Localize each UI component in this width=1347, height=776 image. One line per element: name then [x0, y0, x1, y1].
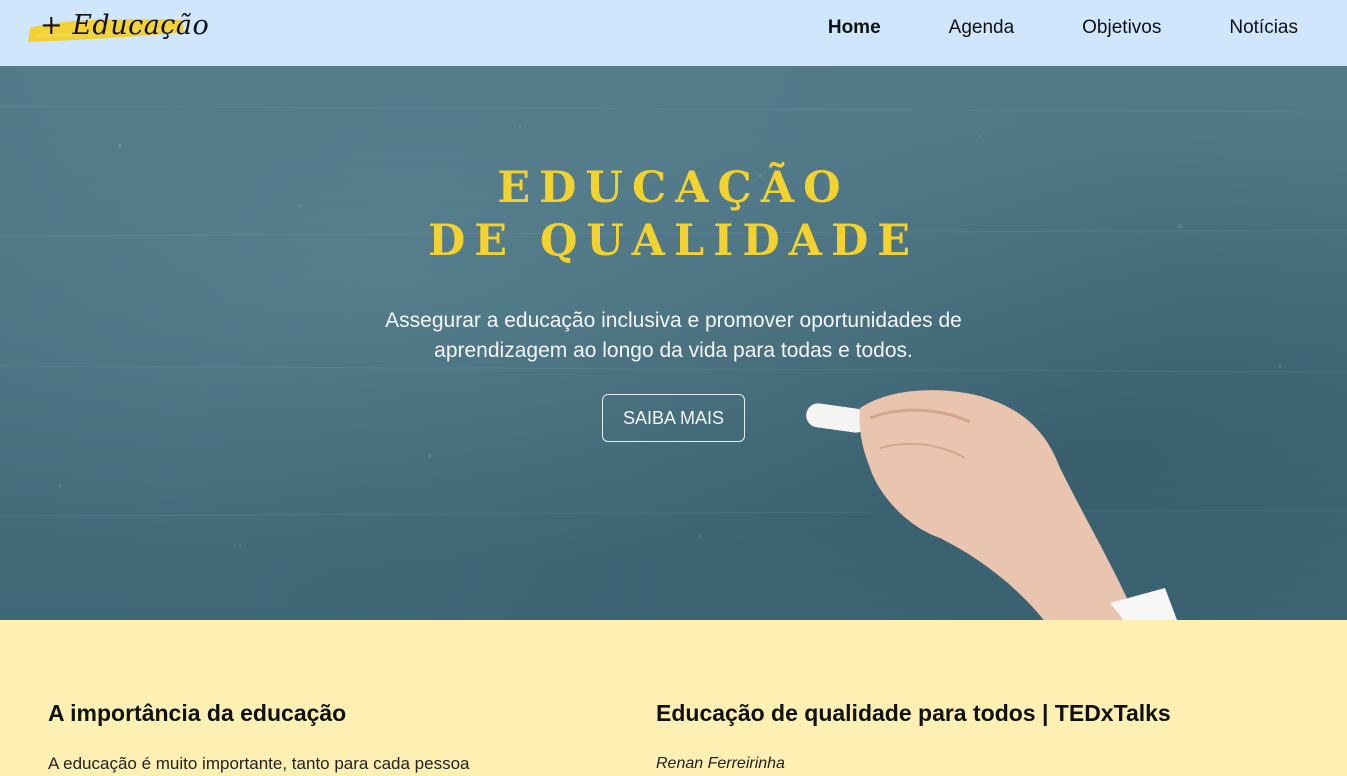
nav-home[interactable]: Home: [828, 15, 881, 41]
importance-text: A educação é muito importante, tanto par…: [48, 754, 470, 773]
nav-agenda[interactable]: Agenda: [949, 15, 1015, 41]
hero-title: EDUCAÇÃO DE QUALIDADE: [0, 162, 1347, 268]
importance-heading: A importância da educação: [48, 700, 347, 726]
nav-noticias[interactable]: Notícias: [1229, 15, 1298, 41]
tedx-heading: Educação de qualidade para todos | TEDxT…: [656, 700, 1171, 726]
tedx-author: Renan Ferreirinha: [656, 755, 785, 772]
hero-subtitle: Assegurar a educação inclusiva e promove…: [0, 306, 1347, 366]
hero-banner: EDUCAÇÃO DE QUALIDADE Assegurar a educaç…: [0, 66, 1347, 620]
main-nav: Home Agenda Objetivos Notícias: [828, 15, 1298, 41]
nav-objetivos[interactable]: Objetivos: [1082, 15, 1161, 41]
hero-subtitle-line2: aprendizagem ao longo da vida para todas…: [434, 339, 913, 362]
content-section: A importância da educação A educação é m…: [0, 620, 1347, 773]
site-header: + Educação Home Agenda Objetivos Notícia…: [0, 0, 1347, 66]
hero-title-line2: DE QUALIDADE: [427, 216, 920, 266]
hero-title-line1: EDUCAÇÃO: [497, 163, 850, 213]
logo-text: + Educação: [40, 10, 210, 41]
hero-subtitle-line1: Assegurar a educação inclusiva e promove…: [385, 309, 962, 332]
logo[interactable]: + Educação: [26, 8, 209, 48]
saiba-mais-button[interactable]: SAIBA MAIS: [602, 394, 745, 442]
hand-with-chalk-icon: [806, 390, 1177, 620]
